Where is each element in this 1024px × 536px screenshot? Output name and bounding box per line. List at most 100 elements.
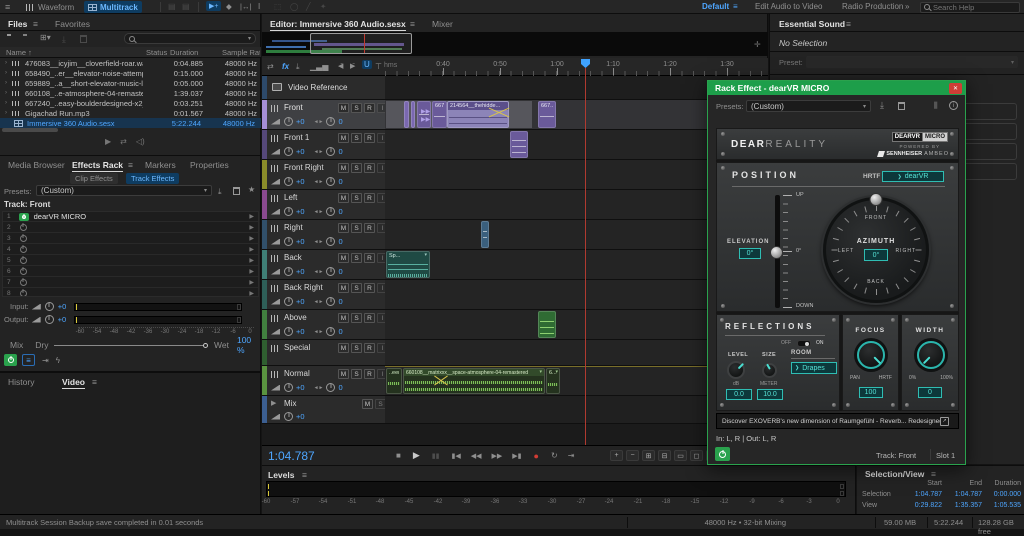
mute-button[interactable]: M [338,103,349,113]
file-row[interactable]: › 658490_..er__elevator-noise-attempt-2.… [0,68,261,78]
record-arm-button[interactable]: R [364,283,375,293]
record-arm-button[interactable]: R [364,163,375,173]
effect-slot[interactable]: 2 ▶ [3,223,258,233]
zoom-in-time-icon[interactable]: + [610,450,623,461]
track-name[interactable]: Back Right [284,283,323,292]
mute-button[interactable]: M [338,343,349,353]
slot-menu-arrow-icon[interactable]: ▶ [249,246,254,253]
ruler-unit-label[interactable]: hms [384,62,397,69]
size-knob[interactable] [762,363,777,378]
view-duration[interactable]: 1:05.535 [981,502,1021,509]
mute-button[interactable]: M [362,399,373,409]
slot-menu-arrow-icon[interactable]: ▶ [249,268,254,275]
clip-menu-caret[interactable]: ▾ [539,369,542,375]
time-display[interactable]: 1:04.787 [268,449,315,463]
time-selection-tool-icon[interactable]: I [258,2,260,11]
size-value[interactable]: 10.0 [757,389,783,400]
volume-knob[interactable] [284,327,293,336]
solo-button[interactable]: S [351,163,362,173]
elevation-value[interactable]: 0° [739,248,761,259]
tab-properties[interactable]: Properties [190,160,229,170]
zoom-reset-icon[interactable]: ◻ [690,450,703,461]
track-name[interactable]: Above [284,313,307,322]
expander-icon[interactable]: › [5,110,7,116]
file-row[interactable]: › 667240_..easy-boulderdesigned-x2_em.wa… [0,98,261,108]
volume-knob[interactable] [284,177,293,186]
level-knob[interactable] [727,361,745,379]
go-to-end-button[interactable]: ▶▮ [512,452,521,460]
track-effects-button[interactable]: Track Effects [126,173,179,184]
mix-slider-handle[interactable] [203,343,208,348]
brush-tool-icon[interactable]: ╱ [306,2,311,11]
volume-knob[interactable] [284,147,293,156]
file-row[interactable]: › 659889_..a__short-elevator-music-loop.… [0,78,261,88]
promo-banner[interactable]: Discover EXOVERB's new dimension of Raum… [716,413,959,429]
effect-power-icon[interactable] [20,224,27,231]
track-header-front-1[interactable]: Front 1 MSRI +0 ◄►0 [262,130,385,160]
plugin-save-preset-icon[interactable]: ⤓ [880,100,884,111]
slot-menu-arrow-icon[interactable]: ▶ [249,213,254,220]
effect-slot[interactable]: 7 ▶ [3,278,258,288]
clip-indicator[interactable] [237,317,241,323]
audio-clip[interactable]: 214564__thehidde... [447,101,509,128]
expander-icon[interactable]: › [5,90,7,96]
workspace-radio[interactable]: Radio Production [842,2,903,11]
hrtf-combo[interactable]: ❯dearVR [882,171,944,182]
clip-indicator[interactable] [840,491,844,496]
slot-menu-arrow-icon[interactable]: ▶ [249,235,254,242]
effect-power-icon[interactable] [20,290,27,297]
effects-list-icon[interactable]: ≡ [22,354,35,366]
mute-button[interactable]: M [338,313,349,323]
audio-clip[interactable] [510,131,528,158]
audio-clip[interactable] [411,101,415,128]
audio-clip[interactable]: 667... [432,101,447,128]
delete-preset-icon[interactable] [233,187,240,195]
preview-loop-icon[interactable]: ⇄ [120,137,127,146]
pause-button[interactable]: ▮▮ [432,452,440,460]
loop-playback-button[interactable]: ↻ [551,451,558,460]
effect-power-icon[interactable] [20,257,27,264]
selection-panel-menu-icon[interactable]: ≡ [931,469,936,479]
pan-knob[interactable] [326,237,335,246]
go-to-start-button[interactable]: ▮◀ [451,452,460,460]
levels-title[interactable]: Levels [268,470,294,480]
elevation-slider-handle[interactable] [770,246,783,259]
essential-preset-combo[interactable]: ▾ [806,56,1018,68]
effect-power-icon[interactable] [20,279,27,286]
fx-toggle-icon[interactable]: fx [282,62,289,71]
preview-play-icon[interactable]: ▶ [105,137,111,146]
mix-slider[interactable] [54,345,204,346]
tab-markers[interactable]: Markers [145,160,176,170]
tracks-empty-area[interactable] [262,424,768,445]
pan-knob[interactable] [326,117,335,126]
effect-power-icon[interactable] [20,268,27,275]
record-arm-button[interactable]: R [364,343,375,353]
tab-video[interactable]: Video [62,377,85,389]
fast-forward-button[interactable]: ▶▶ [492,452,503,460]
clip-menu-caret[interactable]: ▾ [424,252,427,258]
selection-duration[interactable]: 0:00.000 [981,491,1021,498]
play-button[interactable]: ▶ [413,450,420,461]
effects-panel-menu-icon[interactable]: ≡ [128,160,133,170]
record-arm-button[interactable]: R [364,223,375,233]
rack-power-on-icon[interactable] [4,354,17,366]
file-row[interactable]: › 660108_..e-atmosphere-04-remastered.wa… [0,88,261,98]
save-preset-icon[interactable]: ⤓ [218,186,222,197]
solo-button[interactable]: S [351,133,362,143]
focus-value[interactable]: 100 [859,387,883,398]
file-row[interactable]: › Gigachad Run.mp3 0:01.567 48000 Hz [0,108,261,118]
track-header-front-right[interactable]: Front Right MSRI +0 ◄►0 [262,160,385,190]
session-overview[interactable] [262,32,768,56]
tab-favorites[interactable]: Favorites [55,19,90,29]
plugin-titlebar[interactable]: Rack Effect - dearVR MICRO ✕ [708,81,965,95]
clip-effects-button[interactable]: Clip Effects [70,173,118,184]
track-header-special[interactable]: Special MSRI [262,340,385,366]
preview-autoplay-icon[interactable]: ◁) [136,137,145,146]
search-input[interactable] [933,3,1013,12]
solo-button[interactable]: S [351,343,362,353]
solo-button[interactable]: S [351,283,362,293]
selection-start[interactable]: 1:04.787 [902,491,942,498]
skip-selection-button[interactable]: ⇥ [568,451,575,460]
track-name[interactable]: Right [284,223,303,232]
width-value[interactable]: 0 [918,387,942,398]
